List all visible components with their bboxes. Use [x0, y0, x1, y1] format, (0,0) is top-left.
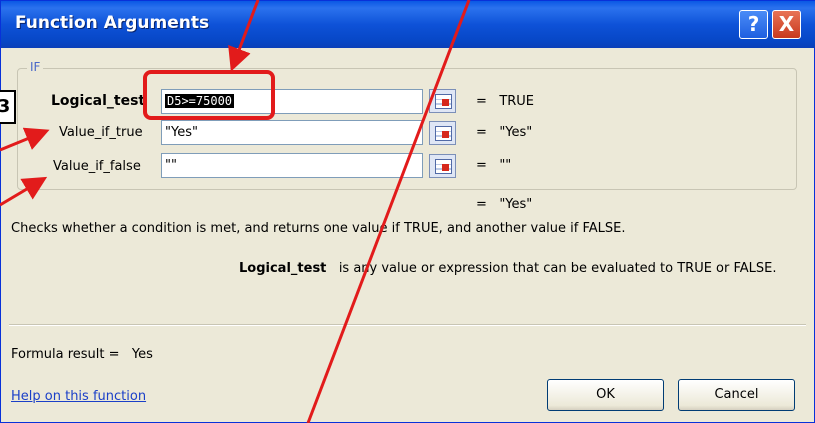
logical-test-label: Logical_test: [51, 93, 146, 109]
close-icon: X: [778, 12, 795, 36]
logical-test-collapse-button[interactable]: [429, 89, 456, 113]
value-if-true-label: Value_if_true: [59, 125, 143, 140]
argument-help: Logical_test is any value or expression …: [239, 261, 777, 276]
title-bar[interactable]: Function Arguments ? X: [1, 1, 815, 48]
step-callout: 3: [0, 90, 16, 124]
formula-result: Formula result = Yes: [11, 347, 153, 362]
help-on-function-link[interactable]: Help on this function: [11, 389, 146, 404]
function-description: Checks whether a condition is met, and r…: [11, 221, 626, 236]
overall-result: = "Yes": [476, 197, 533, 212]
value-if-true-input[interactable]: "Yes": [161, 120, 423, 145]
ok-button[interactable]: OK: [547, 379, 664, 411]
dialog-title: Function Arguments: [15, 13, 210, 33]
value-if-false-input[interactable]: "": [161, 153, 423, 178]
value-if-true-result: = "Yes": [476, 125, 533, 140]
logical-test-result: = TRUE: [476, 94, 535, 109]
value-if-false-value: "": [165, 158, 177, 173]
value-if-false-label: Value_if_false: [53, 159, 141, 174]
value-if-true-value: "Yes": [165, 125, 198, 140]
argument-help-name: Logical_test: [239, 261, 327, 276]
argument-help-text: is any value or expression that can be e…: [338, 261, 777, 276]
help-button[interactable]: ?: [739, 10, 768, 39]
value-if-true-collapse-button[interactable]: [429, 121, 456, 145]
group-label: IF: [27, 60, 44, 74]
question-icon: ?: [747, 12, 760, 36]
value-if-false-collapse-button[interactable]: [429, 154, 456, 178]
divider: [9, 324, 806, 326]
highlight-box: [143, 70, 275, 120]
cancel-button[interactable]: Cancel: [678, 379, 795, 411]
close-button[interactable]: X: [772, 10, 801, 39]
value-if-false-result: = "": [476, 158, 512, 173]
function-arguments-dialog: Function Arguments ? X IF Logical_test D…: [0, 0, 815, 423]
